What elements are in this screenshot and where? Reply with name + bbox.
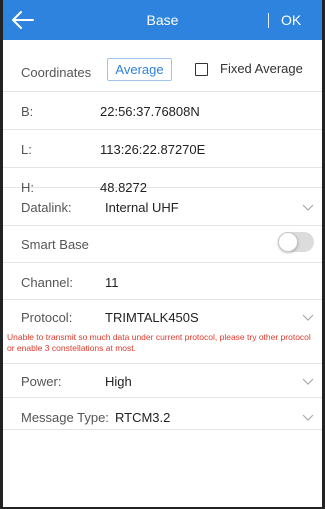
fixed-average-checkbox[interactable] <box>195 63 208 76</box>
smart-base-label: Smart Base <box>21 237 89 252</box>
protocol-value: TRIMTALK450S <box>105 310 199 325</box>
message-type-row[interactable]: Message Type: RTCM3.2 <box>3 398 322 430</box>
h-row: H: 48.8272 <box>3 168 322 195</box>
power-label: Power: <box>21 374 62 389</box>
smart-base-row: Smart Base <box>3 225 322 263</box>
ok-button[interactable]: OK <box>281 0 301 40</box>
l-value: 113:26:22.87270E <box>100 142 206 157</box>
l-row: L: 113:26:22.87270E <box>3 130 322 168</box>
chevron-down-icon <box>302 378 314 385</box>
channel-label: Channel: <box>21 275 74 290</box>
coordinates-label: Coordinates <box>21 65 92 80</box>
average-button[interactable]: Average <box>107 58 172 81</box>
message-type-label: Message Type: <box>21 410 109 425</box>
header-divider <box>268 13 269 28</box>
message-type-value: RTCM3.2 <box>115 410 171 425</box>
protocol-label: Protocol: <box>21 310 73 325</box>
screen: Base OK Coordinates Average Fixed Averag… <box>0 0 325 509</box>
channel-row: Channel: 11 <box>3 263 322 300</box>
power-row[interactable]: Power: High <box>3 362 322 398</box>
chevron-down-icon <box>302 414 314 421</box>
datalink-row[interactable]: Datalink: Internal UHF <box>3 188 322 226</box>
b-row: B: 22:56:37.76808N <box>3 92 322 130</box>
chevron-down-icon <box>302 204 314 211</box>
protocol-warning-text: Unable to transmit so much data under cu… <box>7 332 311 353</box>
smart-base-toggle[interactable] <box>278 232 314 252</box>
power-value: High <box>105 374 132 389</box>
page-title: Base <box>146 12 179 28</box>
l-label: L: <box>21 142 32 157</box>
toggle-knob <box>278 232 298 252</box>
header-bar: Base OK <box>3 0 322 40</box>
b-label: B: <box>21 104 34 119</box>
fixed-average-label[interactable]: Fixed Average <box>220 61 303 76</box>
channel-value: 11 <box>105 275 119 290</box>
datalink-label: Datalink: <box>21 200 72 215</box>
b-value: 22:56:37.76808N <box>100 104 200 119</box>
chevron-down-icon <box>302 314 314 321</box>
datalink-value: Internal UHF <box>105 200 179 215</box>
